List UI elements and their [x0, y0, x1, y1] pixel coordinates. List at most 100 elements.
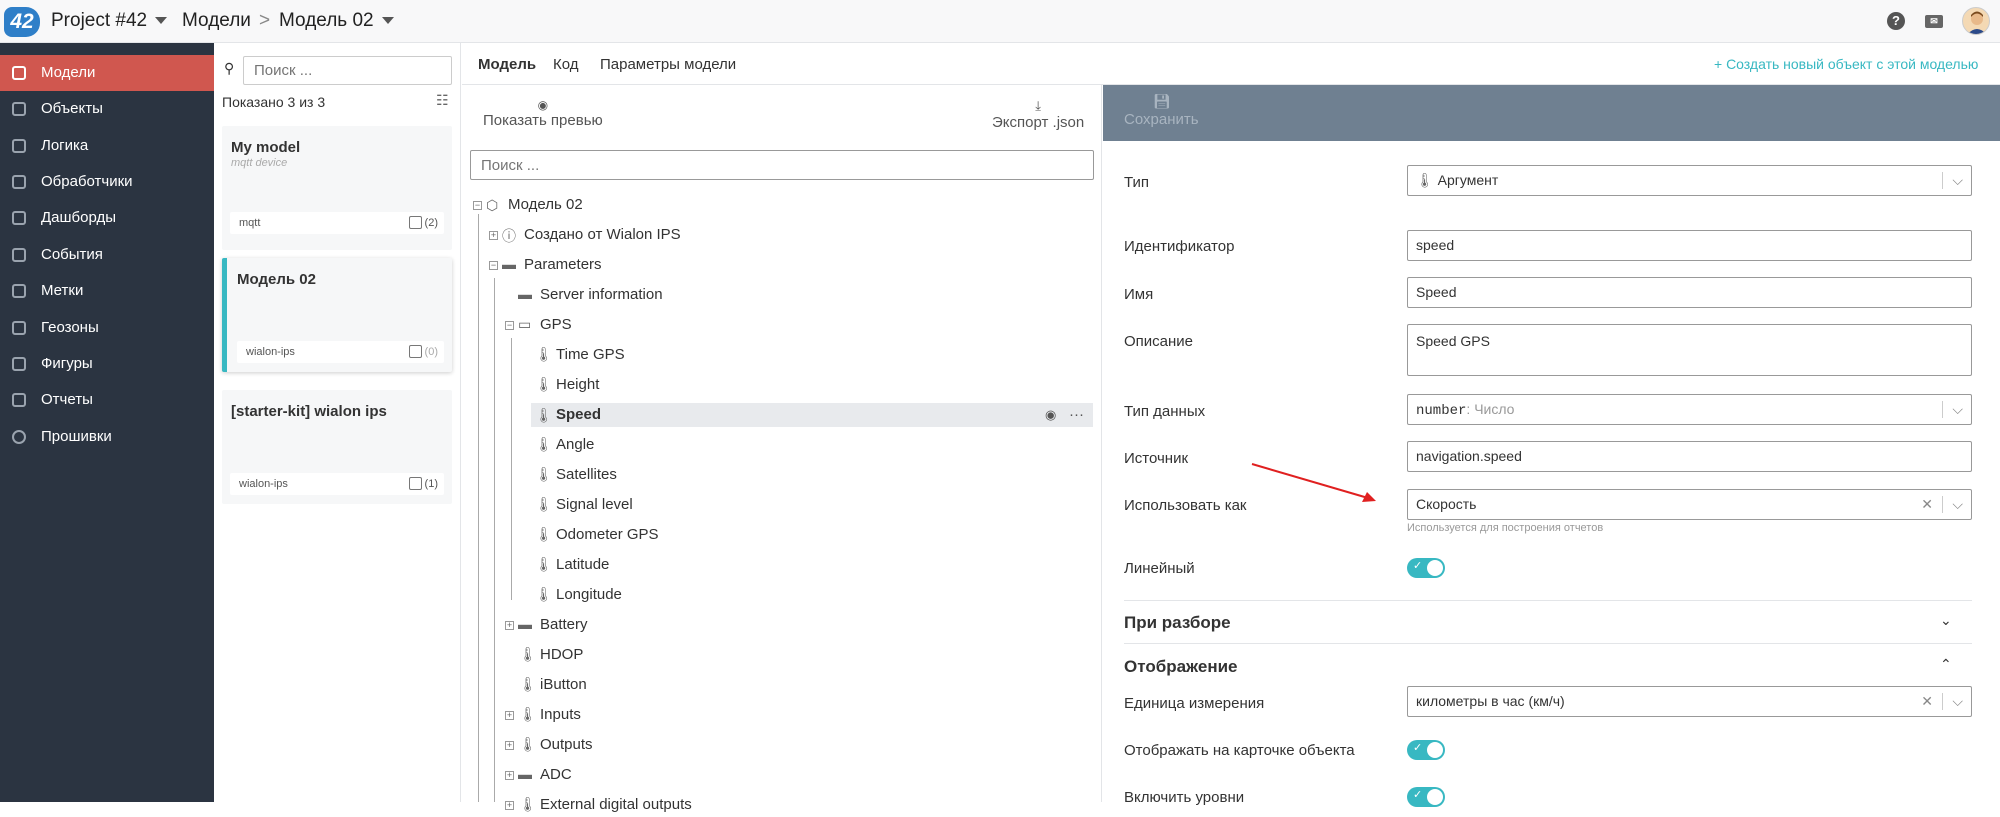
chevron-down-icon[interactable]: ⌄ — [1940, 612, 1952, 629]
tree-node-param[interactable]: Angle — [556, 433, 594, 457]
tree-node-param[interactable]: Time GPS — [556, 343, 625, 367]
mail-icon[interactable]: ✉ — [1925, 15, 1943, 28]
use-as-select[interactable]: Скорость ✕ ⌵ — [1407, 489, 1972, 520]
tree-node-root[interactable]: Модель 02 — [508, 193, 583, 217]
tree-search-input[interactable] — [470, 150, 1094, 180]
tree-guide — [511, 338, 512, 600]
clear-icon[interactable]: ✕ — [1921, 490, 1933, 519]
divider — [1124, 643, 1972, 644]
tree-node-param[interactable]: Longitude — [556, 583, 622, 607]
tree-node-folder[interactable]: Battery — [540, 613, 588, 637]
toggle-knob — [1427, 789, 1443, 805]
check-icon: ✓ — [1413, 560, 1423, 572]
tree-node-param[interactable]: Satellites — [556, 463, 617, 487]
thermometer-icon: 🌡︎ — [535, 586, 553, 602]
create-object-link[interactable]: + Создать новый объект с этой моделью — [1714, 56, 1978, 72]
tree-node-param[interactable]: Height — [556, 373, 599, 397]
sidebar-item-label: Метки — [41, 282, 84, 299]
tree-guide — [478, 214, 479, 802]
sidebar-item-reports[interactable]: Отчеты — [0, 382, 214, 418]
type-select[interactable]: 🌡︎ Аргумент ⌵ — [1407, 165, 1972, 196]
tree-node-param[interactable]: External digital outputs — [540, 793, 692, 817]
tree-node[interactable]: Создано от Wialon IPS — [524, 223, 681, 247]
description-textarea[interactable]: Speed GPS — [1407, 324, 1972, 376]
name-field[interactable]: Speed — [1407, 277, 1972, 308]
current-model-selector[interactable]: Модель 02 — [279, 10, 394, 32]
sidebar-item-firmware[interactable]: Прошивки — [0, 419, 214, 455]
tree-node-param[interactable]: Signal level — [556, 493, 633, 517]
breadcrumb-models[interactable]: Модели — [182, 10, 251, 32]
card-title: Модель 02 — [237, 271, 316, 288]
sidebar-item-tags[interactable]: Метки — [0, 273, 214, 309]
tree-node-folder[interactable]: ADC — [540, 763, 572, 787]
tree-node-folder[interactable]: GPS — [540, 313, 572, 337]
collapse-toggle[interactable]: − — [473, 201, 482, 210]
tree-node-param[interactable]: Outputs — [540, 733, 593, 757]
tree-node-folder[interactable]: Parameters — [524, 253, 602, 277]
divider — [1124, 600, 1972, 601]
tree-node-param[interactable]: Inputs — [540, 703, 581, 727]
sidebar-item-geozones[interactable]: Геозоны — [0, 310, 214, 346]
tree-node-param-selected[interactable]: 🌡︎ Speed ◉ ··· — [531, 403, 1093, 427]
use-as-value: Скорость — [1416, 496, 1477, 512]
sidebar-item-objects[interactable]: Объекты — [0, 91, 214, 127]
source-label: Источник — [1124, 450, 1189, 467]
thermometer-icon: 🌡︎ — [535, 466, 553, 482]
chevron-down-icon: ⌵ — [1952, 172, 1963, 188]
tree-node-param[interactable]: Odometer GPS — [556, 523, 659, 547]
model-card-selected[interactable]: Модель 02 wialon-ips (0) — [222, 258, 452, 372]
unit-select[interactable]: километры в час (км/ч) ✕ ⌵ — [1407, 686, 1972, 717]
sidebar-item-handlers[interactable]: Обработчики — [0, 164, 214, 200]
export-json-button[interactable]: ⤓ Экспорт .json — [992, 98, 1084, 131]
model-search-input[interactable] — [243, 56, 452, 85]
tree-node-param[interactable]: Latitude — [556, 553, 609, 577]
sidebar-item-dashboards[interactable]: Дашборды — [0, 200, 214, 236]
enable-levels-toggle[interactable]: ✓ — [1407, 787, 1445, 807]
expand-toggle[interactable]: + — [505, 771, 514, 780]
more-options-icon[interactable]: ··· — [1069, 403, 1084, 427]
sidebar-item-models[interactable]: Модели — [0, 55, 214, 91]
section-parse-header[interactable]: При разборе — [1124, 613, 1231, 633]
source-field[interactable]: navigation.speed — [1407, 441, 1972, 472]
user-avatar[interactable] — [1962, 7, 1990, 35]
eye-icon: ◉ — [537, 98, 549, 112]
data-type-select[interactable]: number: Число ⌵ — [1407, 394, 1972, 425]
folder-icon: ▬ — [518, 766, 532, 782]
model-card[interactable]: My model mqtt device mqtt (2) — [222, 126, 452, 250]
expand-toggle[interactable]: + — [505, 621, 514, 630]
app-logo[interactable]: 42 — [4, 7, 40, 37]
clear-icon[interactable]: ✕ — [1921, 687, 1933, 716]
show-on-card-toggle[interactable]: ✓ — [1407, 740, 1445, 760]
preview-button[interactable]: ◉ Показать превью — [483, 98, 603, 129]
thermometer-icon: 🌡︎ — [519, 646, 537, 662]
sidebar-item-shapes[interactable]: Фигуры — [0, 346, 214, 382]
expand-toggle[interactable]: + — [505, 801, 514, 810]
identifier-field[interactable]: speed — [1407, 230, 1972, 261]
sidebar-item-label: Объекты — [41, 100, 103, 117]
collapse-toggle[interactable]: − — [489, 261, 498, 270]
filter-settings-icon[interactable]: ☷ — [436, 92, 449, 109]
section-display-header[interactable]: Отображение — [1124, 657, 1238, 677]
tree-node-param[interactable]: HDOP — [540, 643, 583, 667]
eye-icon[interactable]: ◉ — [1045, 403, 1056, 427]
help-icon[interactable]: ? — [1887, 12, 1905, 30]
expand-toggle[interactable]: + — [505, 711, 514, 720]
linear-toggle[interactable]: ✓ — [1407, 558, 1445, 578]
tab-model-params[interactable]: Параметры модели — [600, 56, 736, 73]
expand-toggle[interactable]: + — [505, 741, 514, 750]
project-selector[interactable]: Project #42 — [51, 10, 168, 32]
tab-code[interactable]: Код — [553, 56, 579, 73]
expand-toggle[interactable]: + — [489, 231, 498, 240]
tree-node-folder[interactable]: Server information — [540, 283, 663, 307]
sidebar-item-events[interactable]: События — [0, 237, 214, 273]
tree-node-param[interactable]: iButton — [540, 673, 587, 697]
model-card[interactable]: [starter-kit] wialon ips wialon-ips (1) — [222, 390, 452, 504]
sidebar-item-logic[interactable]: Логика — [0, 128, 214, 164]
chevron-up-icon[interactable]: ⌃ — [1940, 656, 1952, 673]
save-button[interactable]: Сохранить — [1124, 111, 1199, 128]
card-tag-bar: wialon-ips (1) — [230, 473, 444, 495]
card-title: [starter-kit] wialon ips — [231, 403, 387, 420]
collapse-toggle[interactable]: − — [505, 321, 514, 330]
folder-icon: ▬ — [502, 256, 516, 272]
tab-model[interactable]: Модель — [478, 56, 536, 73]
